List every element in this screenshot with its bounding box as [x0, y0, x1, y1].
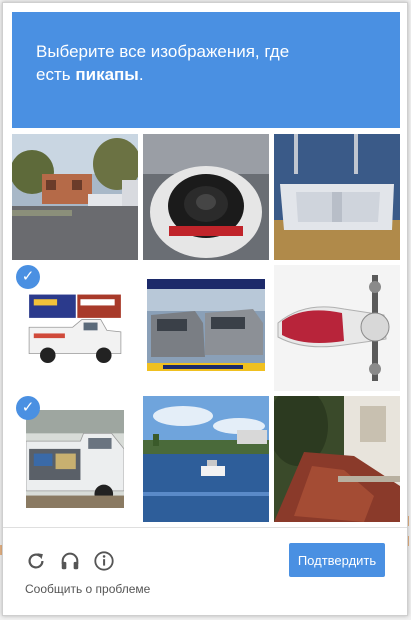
image-tile[interactable]: [143, 134, 269, 260]
image-tile-selected[interactable]: ✓: [12, 396, 138, 522]
image-tile[interactable]: [12, 134, 138, 260]
pickup-truck-bed-photo: [26, 410, 124, 508]
instruction-header: Выберите все изображения, где есть пикап…: [12, 12, 400, 128]
river-boat-photo: [143, 396, 269, 522]
image-tile[interactable]: [143, 265, 269, 391]
info-icon[interactable]: [93, 550, 115, 572]
captcha-dialog: Выберите все изображения, где есть пикап…: [2, 2, 408, 616]
reload-icon[interactable]: [25, 550, 47, 572]
footer-divider: [3, 527, 407, 528]
image-tile[interactable]: [274, 134, 400, 260]
instruction-line-1: Выберите все изображения, где: [36, 42, 290, 61]
subwoofer-photo: [143, 134, 269, 260]
image-tile[interactable]: [274, 396, 400, 522]
street-photo: [12, 134, 138, 260]
headphones-icon[interactable]: [59, 550, 81, 572]
vans-ad-photo: [143, 265, 269, 391]
stone-path-photo: [274, 396, 400, 522]
image-grid: ✓ ✓: [12, 134, 400, 522]
report-problem-link[interactable]: Сообщить о проблеме: [25, 582, 150, 596]
selected-check-icon: ✓: [16, 396, 40, 420]
verify-button[interactable]: Подтвердить: [289, 543, 385, 577]
instruction-line-2: есть пикапы.: [36, 63, 376, 86]
instruction-suffix: .: [138, 65, 144, 84]
image-tile-selected[interactable]: ✓: [12, 265, 138, 391]
image-tile[interactable]: [143, 396, 269, 522]
scooter-photo: [274, 265, 400, 391]
image-tile[interactable]: [274, 265, 400, 391]
pickup-truck-photo: [26, 279, 124, 377]
instruction-target: пикапы: [75, 65, 139, 84]
inflatable-boat-photo: [274, 134, 400, 260]
instruction-prefix: есть: [36, 65, 71, 84]
selected-check-icon: ✓: [16, 265, 40, 289]
